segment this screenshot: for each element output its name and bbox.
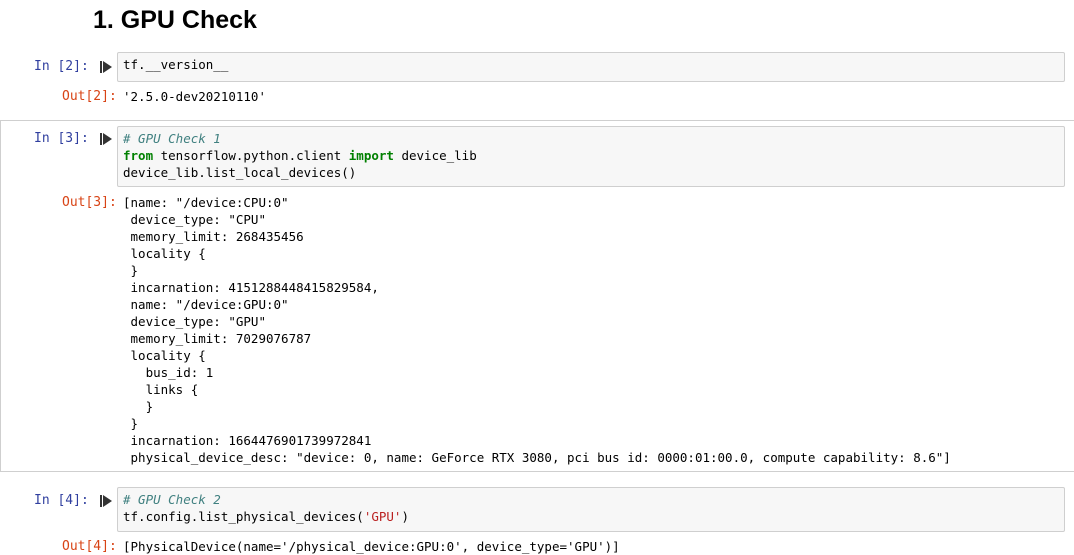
output-line: } [123, 399, 154, 414]
run-cell-icon[interactable] [100, 495, 112, 507]
cell-4-out-prompt: Out[4]: [62, 539, 117, 554]
cell-3-out-prompt: Out[3]: [62, 195, 117, 210]
output-line: physical_device_desc: "device: 0, name: … [123, 450, 951, 465]
output-line: device_type: "GPU" [123, 314, 266, 329]
code-call: tf.config.list_physical_devices( [123, 509, 364, 524]
markdown-heading: 1. GPU Check [93, 6, 257, 34]
cell-2-code-input[interactable]: tf.__version__ [117, 52, 1065, 82]
output-line: memory_limit: 268435456 [123, 229, 304, 244]
cell-4-in-prompt: In [4]: [34, 493, 89, 508]
code-string: 'GPU' [363, 509, 402, 524]
code-comment: # GPU Check 1 [123, 131, 221, 146]
output-line: '2.5.0-dev20210110' [123, 89, 266, 104]
output-line: name: "/device:GPU:0" [123, 297, 289, 312]
cell-4-code-input[interactable]: # GPU Check 2 tf.config.list_physical_dev… [117, 487, 1065, 532]
cell-2-out-prompt: Out[2]: [62, 89, 117, 104]
code-name: device_lib [393, 148, 477, 163]
output-line: device_type: "CPU" [123, 212, 266, 227]
output-line: locality { [123, 246, 206, 261]
code-close-paren: ) [401, 509, 409, 524]
output-line: locality { [123, 348, 206, 363]
cell-3-in-prompt: In [3]: [34, 131, 89, 146]
cell-2-in-prompt: In [2]: [34, 59, 89, 74]
code-module: tensorflow.python.client [153, 148, 349, 163]
output-line: bus_id: 1 [123, 365, 214, 380]
output-line: } [123, 416, 139, 431]
cell-2-output: '2.5.0-dev20210110' [123, 88, 1063, 105]
output-line: [name: "/device:CPU:0" [123, 195, 289, 210]
output-line: links { [123, 382, 199, 397]
keyword-from: from [123, 148, 154, 163]
output-line: } [123, 263, 139, 278]
cell-4-output: [PhysicalDevice(name='/physical_device:G… [123, 538, 1063, 555]
code-comment: # GPU Check 2 [123, 492, 221, 507]
output-line: [PhysicalDevice(name='/physical_device:G… [123, 539, 620, 554]
output-line: incarnation: 4151288448415829584, [123, 280, 379, 295]
keyword-import: import [348, 148, 394, 163]
run-cell-icon[interactable] [100, 133, 112, 145]
cell-3-output: [name: "/device:CPU:0" device_type: "CPU… [123, 194, 1063, 466]
output-line: incarnation: 1664476901739972841 [123, 433, 372, 448]
run-cell-icon[interactable] [100, 61, 112, 73]
output-line: memory_limit: 7029076787 [123, 331, 312, 346]
code-line: device_lib.list_local_devices() [123, 165, 357, 180]
cell-3-code-input[interactable]: # GPU Check 1 from tensorflow.python.clie… [117, 126, 1065, 187]
code-line: tf.__version__ [123, 57, 229, 72]
